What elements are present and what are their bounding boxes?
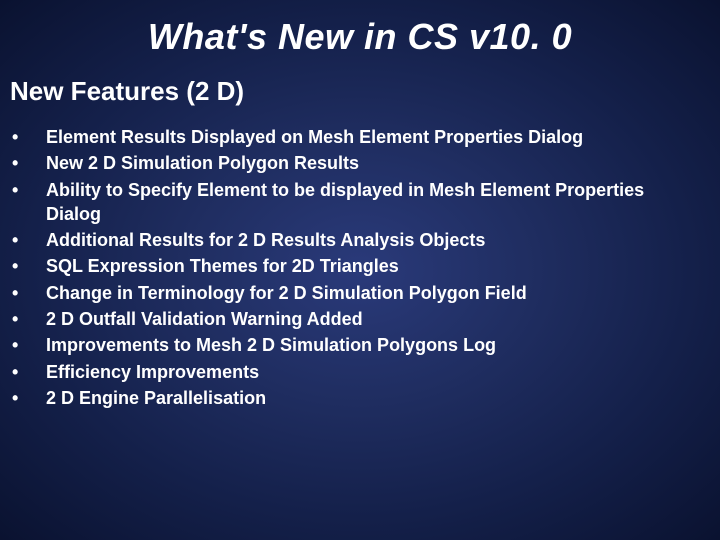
bullet-text: SQL Expression Themes for 2D Triangles xyxy=(46,254,700,278)
bullet-icon: • xyxy=(10,360,46,384)
bullet-icon: • xyxy=(10,333,46,357)
bullet-text: Ability to Specify Element to be display… xyxy=(46,178,700,227)
bullet-icon: • xyxy=(10,178,46,202)
bullet-text: New 2 D Simulation Polygon Results xyxy=(46,151,700,175)
list-item: • Efficiency Improvements xyxy=(10,360,700,384)
list-item: • 2 D Engine Parallelisation xyxy=(10,386,700,410)
bullet-text: Change in Terminology for 2 D Simulation… xyxy=(46,281,700,305)
list-item: • New 2 D Simulation Polygon Results xyxy=(10,151,700,175)
bullet-icon: • xyxy=(10,151,46,175)
bullet-icon: • xyxy=(10,307,46,331)
bullet-icon: • xyxy=(10,228,46,252)
bullet-icon: • xyxy=(10,281,46,305)
slide-subtitle: New Features (2 D) xyxy=(0,76,720,125)
bullet-list: • Element Results Displayed on Mesh Elem… xyxy=(0,125,720,410)
bullet-text: Improvements to Mesh 2 D Simulation Poly… xyxy=(46,333,700,357)
bullet-text: Efficiency Improvements xyxy=(46,360,700,384)
list-item: • Additional Results for 2 D Results Ana… xyxy=(10,228,700,252)
bullet-text: 2 D Outfall Validation Warning Added xyxy=(46,307,700,331)
list-item: • Ability to Specify Element to be displ… xyxy=(10,178,700,227)
list-item: • Element Results Displayed on Mesh Elem… xyxy=(10,125,700,149)
bullet-icon: • xyxy=(10,125,46,149)
bullet-icon: • xyxy=(10,386,46,410)
slide: What's New in CS v10. 0 New Features (2 … xyxy=(0,0,720,540)
list-item: • SQL Expression Themes for 2D Triangles xyxy=(10,254,700,278)
list-item: • Improvements to Mesh 2 D Simulation Po… xyxy=(10,333,700,357)
bullet-icon: • xyxy=(10,254,46,278)
bullet-text: Additional Results for 2 D Results Analy… xyxy=(46,228,700,252)
bullet-text: 2 D Engine Parallelisation xyxy=(46,386,700,410)
bullet-text: Element Results Displayed on Mesh Elemen… xyxy=(46,125,700,149)
list-item: • Change in Terminology for 2 D Simulati… xyxy=(10,281,700,305)
slide-title: What's New in CS v10. 0 xyxy=(0,0,720,76)
list-item: • 2 D Outfall Validation Warning Added xyxy=(10,307,700,331)
